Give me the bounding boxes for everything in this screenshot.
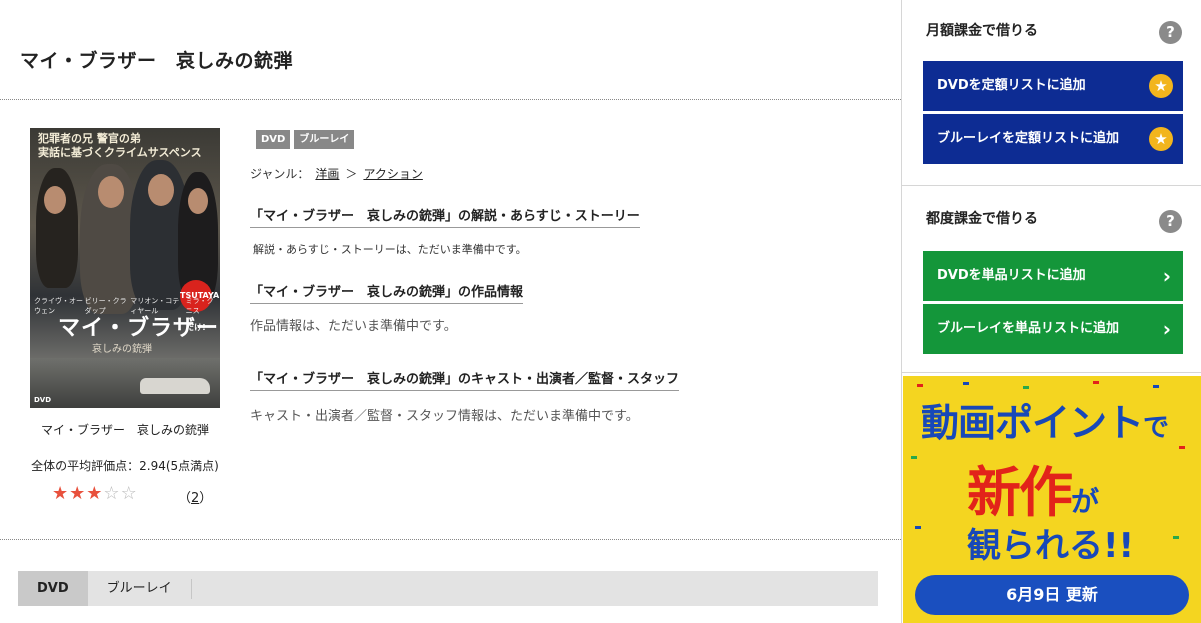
format-tags: DVD ブルーレイ — [256, 130, 355, 149]
poster-caption: マイ・ブラザー 哀しみの銃弾 — [40, 423, 209, 437]
poster-face — [148, 174, 174, 206]
star-empty-icon: ☆ — [120, 483, 137, 504]
add-bluray-single-button[interactable]: ブルーレイを単品リストに追加 › — [923, 304, 1183, 354]
confetti — [963, 382, 969, 385]
add-bluray-monthly-button[interactable]: ブルーレイを定額リストに追加 ★ — [923, 114, 1183, 164]
genre-link-western[interactable]: 洋画 — [315, 165, 339, 182]
promo-banner[interactable]: 動画ポイントで 新作が 観られる!! 6月9日 更新 — [903, 376, 1201, 623]
tab-bluray[interactable]: ブルーレイ — [88, 579, 192, 599]
help-icon[interactable]: ? — [1159, 21, 1182, 44]
divider — [0, 539, 901, 540]
poster-car — [140, 378, 210, 394]
rating-text: 全体の平均評価点：2.94(5点満点) — [31, 459, 219, 473]
section-body-cast: キャスト・出演者／監督・スタッフ情報は、ただいま準備中です。 — [250, 409, 639, 424]
section-body-synopsis: 解説・あらすじ・ストーリーは、ただいま準備中です。 — [253, 243, 527, 256]
chevron-right-icon: › — [1162, 264, 1171, 288]
divider — [902, 185, 1201, 186]
confetti — [915, 526, 921, 529]
genre-separator: ＞ — [345, 167, 358, 181]
star-empty-icon: ☆ — [103, 483, 120, 504]
banner-line2: 新作が — [967, 461, 1099, 524]
star-filled-icon: ★ — [86, 483, 103, 504]
star-filled-icon: ★ — [52, 483, 69, 504]
poster-dvd-mark: DVD — [34, 396, 52, 404]
confetti — [1173, 536, 1179, 539]
confetti — [1093, 381, 1099, 384]
genre-breadcrumb: ジャンル： 洋画 ＞ アクション — [250, 165, 423, 182]
banner-update-badge: 6月9日 更新 — [915, 575, 1189, 615]
star-icon: ★ — [1149, 74, 1173, 98]
confetti — [1023, 386, 1029, 389]
star-icon: ★ — [1149, 127, 1173, 151]
divider — [902, 372, 1201, 373]
poster-face — [44, 186, 66, 214]
section-body-info: 作品情報は、ただいま準備中です。 — [250, 319, 457, 334]
poster-subtitle: 哀しみの銃弾 — [92, 344, 152, 355]
genre-link-action[interactable]: アクション — [363, 165, 422, 182]
genre-label: ジャンル： — [250, 167, 310, 181]
star-rating: ★ ★ ★ ☆ ☆ — [52, 484, 137, 504]
add-dvd-single-button[interactable]: DVDを単品リストに追加 › — [923, 251, 1183, 301]
banner-line1: 動画ポイントで — [921, 401, 1169, 445]
section-title-info: 「マイ・ブラザー 哀しみの銃弾」の作品情報 — [250, 281, 524, 304]
monthly-heading: 月額課金で借りる — [926, 23, 1038, 39]
add-dvd-monthly-button[interactable]: DVDを定額リストに追加 ★ — [923, 61, 1183, 111]
poster-tagline: 犯罪者の兄 警官の弟 実話に基づくクライムサスペンス — [38, 132, 202, 159]
per-rental-heading: 都度課金で借りる — [926, 211, 1038, 227]
confetti — [917, 384, 923, 387]
poster-face — [188, 188, 208, 214]
chevron-right-icon: › — [1162, 317, 1171, 341]
section-title-cast: 「マイ・ブラザー 哀しみの銃弾」のキャスト・出演者／監督・スタッフ — [250, 368, 680, 391]
main-content: マイ・ブラザー 哀しみの銃弾 犯罪者の兄 警官の弟 実話に基づくクライムサスペン… — [0, 0, 901, 623]
confetti — [911, 456, 917, 459]
confetti — [1179, 446, 1185, 449]
page-title: マイ・ブラザー 哀しみの銃弾 — [20, 50, 294, 72]
poster-image[interactable]: 犯罪者の兄 警官の弟 実話に基づくクライムサスペンス TSUTAYAだけ! クラ… — [30, 128, 220, 408]
poster-title: マイ・ブラザー — [58, 315, 220, 341]
format-tabbar: DVD ブルーレイ — [18, 571, 878, 606]
tab-dvd[interactable]: DVD — [18, 571, 88, 606]
banner-line3: 観られる!! — [967, 526, 1135, 566]
sidebar: 月額課金で借りる ? DVDを定額リストに追加 ★ ブルーレイを定額リストに追加… — [901, 0, 1201, 623]
star-filled-icon: ★ — [69, 483, 86, 504]
tag-dvd: DVD — [256, 130, 291, 149]
section-title-synopsis: 「マイ・ブラザー 哀しみの銃弾」の解説・あらすじ・ストーリー — [250, 205, 640, 228]
confetti — [1153, 385, 1159, 388]
help-icon[interactable]: ? — [1159, 210, 1182, 233]
review-count: （2） — [178, 491, 213, 506]
poster-face — [98, 176, 124, 208]
tag-bluray: ブルーレイ — [294, 130, 355, 149]
divider — [0, 99, 901, 100]
